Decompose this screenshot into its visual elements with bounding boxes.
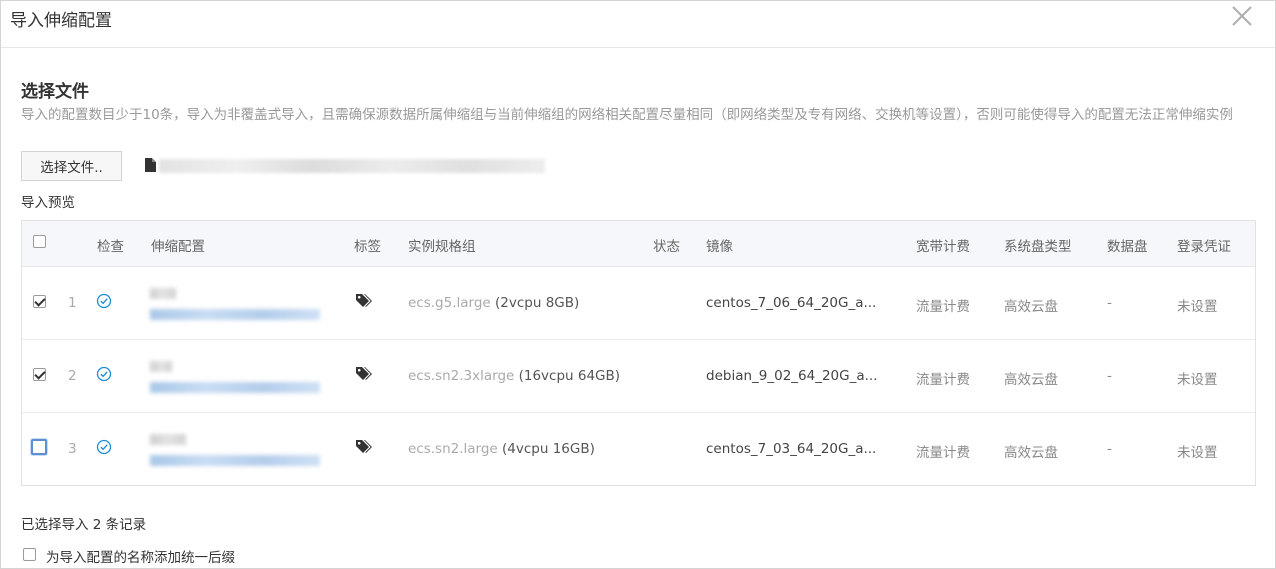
choose-file-button[interactable]: 选择文件.. [21,151,122,181]
row-index: 2 [68,368,77,384]
file-row: 选择文件.. [21,151,1255,182]
col-data-disk: 数据盘 [1107,239,1148,255]
table-row: 3 ecs.sn2.large (4vcpu 16GB) centos_7_03… [22,413,1255,486]
check-circle-icon [96,366,112,386]
system-disk-type: 高效云盘 [1004,445,1058,461]
import-notice: 导入的配置数目少于10条，导入为非覆盖式导入，且需确保源数据所属伸缩组与当前伸缩… [21,107,1233,123]
row-index: 1 [68,295,77,311]
bandwidth-billing: 流量计费 [916,299,970,315]
suffix-label[interactable]: 为导入配置的名称添加统一后缀 [46,546,235,566]
data-disk: - [1107,368,1112,384]
row-checkbox[interactable] [31,439,47,455]
data-disk: - [1107,441,1112,457]
col-check: 检查 [97,239,124,255]
col-image: 镜像 [706,239,733,255]
section-title: 选择文件 [21,82,89,102]
table-row: 2 ecs.sn2.3xlarge (16vcpu 64GB) debian_9… [22,340,1255,413]
tag-icon[interactable] [355,439,373,459]
login-credential: 未设置 [1177,372,1218,388]
preview-table: 检查 伸缩配置 标签 实例规格组 状态 镜像 宽带计费 系统盘类型 数据盘 登录… [21,220,1256,486]
suffix-checkbox[interactable] [23,548,36,561]
data-disk: - [1107,295,1112,311]
config-name-blurred [150,361,172,372]
tag-icon[interactable] [355,366,373,386]
select-all-checkbox[interactable] [33,235,46,248]
check-circle-icon [96,293,112,313]
bandwidth-billing: 流量计费 [916,372,970,388]
col-status: 状态 [653,239,680,255]
system-disk-type: 高效云盘 [1004,299,1058,315]
file-name [159,159,545,173]
config-name-blurred [150,434,186,445]
login-credential: 未设置 [1177,445,1218,461]
instance-spec: ecs.sn2.large (4vcpu 16GB) [408,441,595,457]
config-id-link[interactable] [150,455,320,466]
row-checkbox[interactable] [33,368,46,381]
config-id-link[interactable] [150,382,320,393]
preview-label: 导入预览 [21,195,75,211]
config-id-link[interactable] [150,309,320,320]
instance-spec: ecs.g5.large (2vcpu 8GB) [408,295,580,311]
col-disk-type: 系统盘类型 [1004,239,1072,255]
close-icon[interactable] [1231,5,1253,27]
col-spec: 实例规格组 [408,239,476,255]
table-row: 1 ecs.g5.large (2vcpu 8GB) centos_7_06_6… [22,267,1255,340]
bandwidth-billing: 流量计费 [916,445,970,461]
import-config-dialog: 导入伸缩配置 选择文件 导入的配置数目少于10条，导入为非覆盖式导入，且需确保源… [0,0,1276,569]
check-circle-icon [96,439,112,459]
dialog-title: 导入伸缩配置 [10,11,112,31]
col-bandwidth: 宽带计费 [916,239,970,255]
image-name: centos_7_03_64_20G_a... [706,441,877,457]
file-icon [145,157,156,176]
table-header: 检查 伸缩配置 标签 实例规格组 状态 镜像 宽带计费 系统盘类型 数据盘 登录… [22,221,1255,267]
login-credential: 未设置 [1177,299,1218,315]
system-disk-type: 高效云盘 [1004,372,1058,388]
dialog-header: 导入伸缩配置 [1,1,1275,48]
instance-spec: ecs.sn2.3xlarge (16vcpu 64GB) [408,368,621,384]
image-name: debian_9_02_64_20G_a... [706,368,878,384]
col-tag: 标签 [354,239,381,255]
image-name: centos_7_06_64_20G_a... [706,295,877,311]
selection-summary: 已选择导入 2 条记录 [21,517,147,533]
col-config: 伸缩配置 [151,239,205,255]
col-login: 登录凭证 [1177,239,1231,255]
row-checkbox[interactable] [33,295,46,308]
config-name-blurred [150,288,176,299]
row-index: 3 [68,441,77,457]
tag-icon[interactable] [355,293,373,313]
